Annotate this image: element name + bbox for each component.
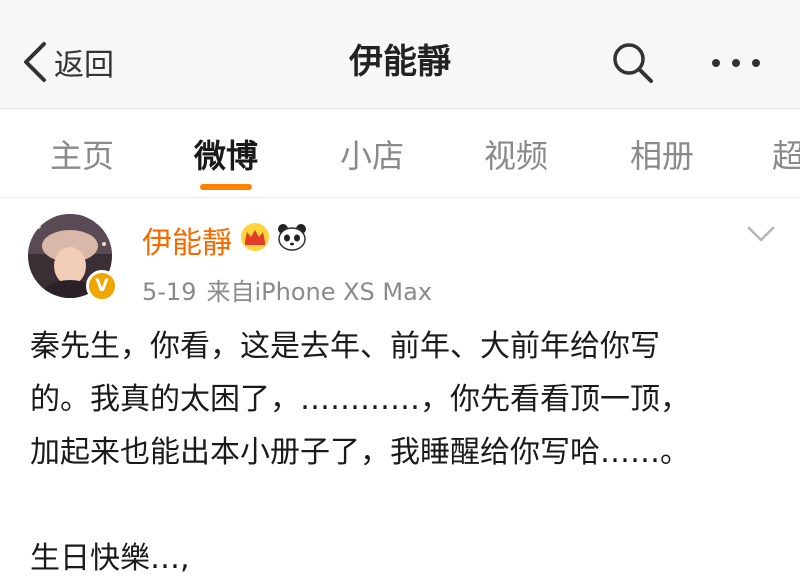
profile-tabs: 主页 微博 小店 视频 相册 超 [0,109,800,198]
tab-video[interactable]: 视频 [484,131,548,177]
post-text-line: 加起来也能出本小册子了，我睡醒给你写哈……。 [30,435,690,470]
top-nav-bar: 返回 伊能靜 [0,0,800,109]
page-title: 伊能靜 [349,42,451,82]
verified-icon: V [86,270,118,302]
active-tab-indicator [200,184,252,190]
chevron-down-icon[interactable] [746,222,776,246]
post-author[interactable]: 伊能靜 [142,218,232,262]
panda-icon[interactable] [276,222,308,252]
post-meta: 5-19 来自iPhone XS Max [142,272,432,307]
tab-shop[interactable]: 小店 [340,131,404,177]
tab-home[interactable]: 主页 [50,131,114,177]
post-text-line: 秦先生，你看，这是去年、前年、大前年给你写 [30,329,660,364]
more-icon[interactable] [706,42,766,84]
search-icon[interactable] [610,40,656,86]
tab-album[interactable]: 相册 [630,131,694,177]
post-text-line: 生日快樂…, [30,541,190,576]
post-text-line [30,479,780,532]
post-text: 秦先生，你看，这是去年、前年、大前年给你写 的。我真的太困了，…………，你先看看… [30,320,780,585]
crown-icon[interactable] [238,222,272,252]
tab-weibo[interactable]: 微博 [194,131,258,177]
post-source: 来自iPhone XS Max [206,278,433,306]
post-text-line: 的。我真的太困了，…………，你先看看顶一顶， [30,382,690,417]
tab-super-topic[interactable]: 超 [772,131,800,177]
post-date: 5-19 [142,278,197,306]
